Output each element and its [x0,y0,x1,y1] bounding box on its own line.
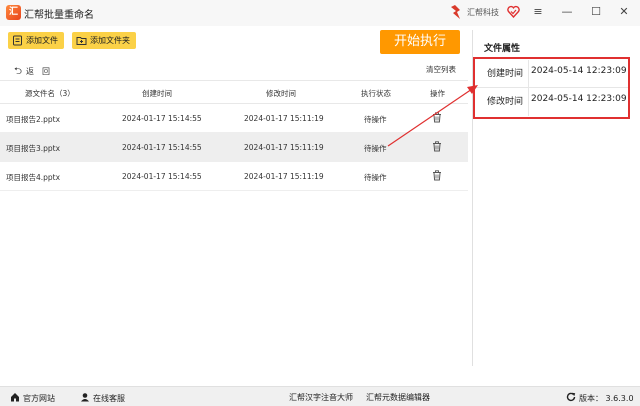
column-header-created[interactable]: 创建时间 [142,88,172,99]
column-header-name[interactable]: 源文件名（3） [25,88,75,99]
add-file-button[interactable]: 添加文件 [8,32,64,49]
app-title: 汇帮批量重命名 [24,10,94,21]
cell-status: 待操作 [364,173,387,182]
cell-modified: 2024-01-17 15:11:19 [244,143,324,152]
add-folder-button[interactable]: 添加文件夹 [72,32,136,49]
cell-name: 项目报告2.pptx [6,115,61,124]
highlight-box [473,57,630,119]
file-list-panel: 添加文件 添加文件夹 开始执行 ⮌ 返 回 清空列表 源文件名（3） 创建时间 修… [0,26,468,386]
clear-list-button[interactable]: 清空列表 [426,64,456,75]
maximize-button[interactable]: ☐ [588,4,604,20]
add-file-icon [13,35,22,46]
trash-icon[interactable] [432,112,442,123]
cell-modified: 2024-01-17 15:11:19 [244,172,324,181]
pinyin-tool-link[interactable]: 汇帮汉字注音大师 [289,392,353,403]
cell-created: 2024-01-17 15:14:55 [122,172,202,181]
cell-status: 待操作 [364,144,387,153]
version-info: 版本： 3.6.3.0 [566,392,634,404]
add-folder-label: 添加文件夹 [90,36,130,45]
table-row[interactable]: 项目报告3.pptx 2024-01-17 15:14:55 2024-01-1… [0,133,468,162]
back-label: 返 回 [26,67,51,76]
table-row[interactable]: 项目报告2.pptx 2024-01-17 15:14:55 2024-01-1… [0,104,468,133]
close-button[interactable]: ✕ [616,4,632,20]
brand-name: 汇帮科技 [467,8,499,17]
support-icon [81,393,89,402]
cell-modified: 2024-01-17 15:11:19 [244,114,324,123]
title-bar: 汇 汇帮批量重命名 汇帮科技 ≡ — ☐ ✕ [0,0,640,26]
back-arrow-icon: ⮌ [14,66,23,77]
refresh-icon [566,392,576,402]
add-folder-icon [76,37,87,45]
home-icon [11,393,19,402]
add-file-label: 添加文件 [26,36,58,45]
attributes-title: 文件属性 [484,44,521,54]
official-website-label: 官方网站 [23,394,55,403]
start-button[interactable]: 开始执行 [380,30,460,54]
heart-shield-icon[interactable] [507,5,520,18]
back-button[interactable]: ⮌ 返 回 [14,64,50,81]
status-bar: 官方网站 在线客服 汇帮汉字注音大师 汇帮元数据编辑器 版本： 3.6.3.0 [0,386,640,406]
trash-icon[interactable] [432,141,442,152]
column-header-action: 操作 [430,89,445,98]
cell-created: 2024-01-17 15:14:55 [122,114,202,123]
column-header-status[interactable]: 执行状态 [361,88,391,99]
menu-icon[interactable]: ≡ [530,4,546,20]
cell-name: 项目报告4.pptx [6,173,61,182]
minimize-button[interactable]: — [559,4,575,20]
brand-logo-icon [451,5,460,19]
cell-name: 项目报告3.pptx [6,144,61,153]
app-logo-icon: 汇 [6,5,21,20]
table-header: 源文件名（3） 创建时间 修改时间 执行状态 操作 [0,80,468,104]
cell-status: 待操作 [364,115,387,124]
online-support-label: 在线客服 [93,394,125,403]
trash-icon[interactable] [432,170,442,181]
metadata-tool-link[interactable]: 汇帮元数据编辑器 [366,392,430,403]
version-label: 版本： 3.6.3.0 [579,394,634,403]
official-website-link[interactable]: 官方网站 [10,392,55,404]
online-support-link[interactable]: 在线客服 [80,392,125,404]
table-row[interactable]: 项目报告4.pptx 2024-01-17 15:14:55 2024-01-1… [0,162,468,191]
cell-created: 2024-01-17 15:14:55 [122,143,202,152]
column-header-modified[interactable]: 修改时间 [266,88,296,99]
